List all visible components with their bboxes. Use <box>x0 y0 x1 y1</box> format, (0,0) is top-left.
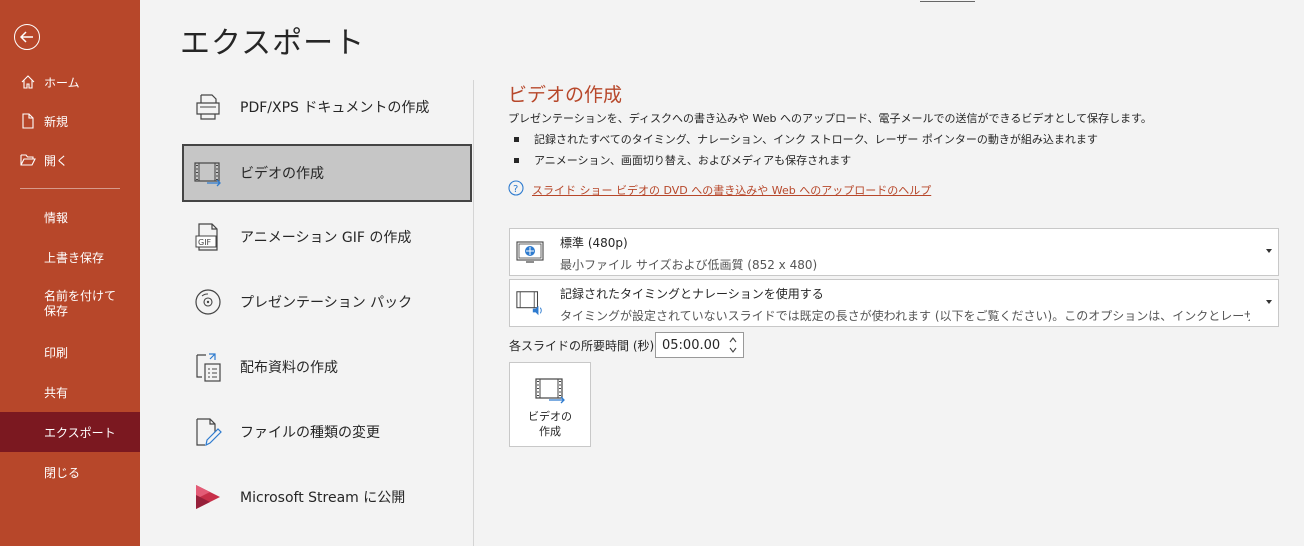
backstage-sidebar: ホーム 新規 開く 情報 上書き保存 名前を付けて保存 印刷 共有 エクスポート… <box>0 0 140 546</box>
nav-print[interactable]: 印刷 <box>0 332 140 372</box>
nav-share[interactable]: 共有 <box>0 372 140 412</box>
create-video-label-line2: 作成 <box>539 425 561 438</box>
video-narration-icon <box>515 289 545 317</box>
timing-dropdown-subtitle: タイミングが設定されていないスライドでは既定の長さが使われます (以下をご覧くだ… <box>560 309 1250 323</box>
export-option-gif-label: アニメーション GIF の作成 <box>240 230 412 246</box>
nav-export[interactable]: エクスポート <box>0 412 140 452</box>
new-document-icon <box>19 112 37 130</box>
gif-icon: GIF <box>190 219 226 255</box>
spin-down-icon[interactable] <box>729 346 737 354</box>
bullet-text: アニメーション、画面切り替え、およびメディアも保存されます <box>534 154 852 167</box>
nav-open[interactable]: 開く <box>0 140 140 180</box>
open-folder-icon <box>19 151 37 169</box>
export-option-change-filetype-label: ファイルの種類の変更 <box>240 425 380 441</box>
nav-new-label: 新規 <box>44 114 69 129</box>
pdf-printer-icon <box>190 89 226 125</box>
help-question-icon: ? <box>508 180 524 199</box>
spin-up-icon[interactable] <box>729 336 737 344</box>
nav-save[interactable]: 上書き保存 <box>0 237 140 277</box>
nav-info-label: 情報 <box>44 210 69 225</box>
export-option-video-label: ビデオの作成 <box>240 166 324 182</box>
nav-new[interactable]: 新規 <box>0 101 140 141</box>
nav-save-label: 上書き保存 <box>44 250 105 265</box>
nav-print-label: 印刷 <box>44 345 69 360</box>
bullet-dot <box>514 136 519 142</box>
bullet-text: 記録されたすべてのタイミング、ナレーション、インク ストローク、レーザー ポイン… <box>534 133 1098 146</box>
nav-home-label: ホーム <box>44 75 80 90</box>
nav-share-label: 共有 <box>44 385 69 400</box>
create-video-label-line1: ビデオの <box>528 410 572 423</box>
cd-disc-icon <box>190 284 226 320</box>
create-video-button-label: ビデオの 作成 <box>528 409 572 439</box>
nav-close-label: 閉じる <box>44 465 81 480</box>
home-icon <box>19 73 37 91</box>
export-option-stream-label: Microsoft Stream に公開 <box>240 490 406 506</box>
help-link-text[interactable]: スライド ショー ビデオの DVD への書き込みや Web へのアップロードのヘ… <box>532 182 931 198</box>
export-option-handouts-label: 配布資料の作成 <box>240 360 338 376</box>
top-edge-mark <box>920 0 980 4</box>
export-option-package-label: プレゼンテーション パック <box>240 295 413 311</box>
create-video-button[interactable]: ビデオの 作成 <box>509 362 591 447</box>
slide-duration-label: 各スライドの所要時間 (秒): <box>509 339 659 353</box>
export-option-change-filetype[interactable]: ファイルの種類の変更 <box>182 403 472 461</box>
slide-duration-value[interactable]: 05:00.00 <box>662 338 720 353</box>
quality-dropdown[interactable]: 標準 (480p) 最小ファイル サイズおよび低画質 (852 x 480) <box>509 228 1279 276</box>
monitor-quality-icon <box>515 238 545 266</box>
svg-text:GIF: GIF <box>198 238 212 247</box>
export-option-handouts[interactable]: 配布資料の作成 <box>182 338 472 396</box>
export-option-video[interactable]: ビデオの作成 <box>182 144 472 202</box>
sidebar-divider <box>20 188 120 189</box>
chevron-down-icon <box>1266 249 1272 253</box>
nav-home[interactable]: ホーム <box>0 62 140 102</box>
detail-bullet: アニメーション、画面切り替え、およびメディアも保存されます <box>514 152 851 168</box>
detail-description: プレゼンテーションを、ディスクへの書き込みや Web へのアップロード、電子メー… <box>508 112 1152 125</box>
back-button[interactable] <box>14 24 40 50</box>
detail-bullet: 記録されたすべてのタイミング、ナレーション、インク ストローク、レーザー ポイン… <box>514 131 1098 147</box>
change-filetype-icon <box>190 414 226 450</box>
timing-dropdown[interactable]: 記録されたタイミングとナレーションを使用する タイミングが設定されていないスライ… <box>509 279 1279 327</box>
nav-close[interactable]: 閉じる <box>0 452 140 492</box>
chevron-down-icon <box>1266 300 1272 304</box>
video-film-icon <box>190 155 226 191</box>
export-option-package[interactable]: プレゼンテーション パック <box>182 273 472 331</box>
export-option-gif[interactable]: GIF アニメーション GIF の作成 <box>182 208 472 266</box>
video-film-icon <box>533 377 567 405</box>
nav-info[interactable]: 情報 <box>0 197 140 237</box>
handout-icon <box>190 349 226 385</box>
quality-dropdown-title: 標準 (480p) <box>560 236 628 250</box>
back-arrow-icon <box>19 28 34 47</box>
svg-text:?: ? <box>513 184 518 195</box>
help-link[interactable]: ? スライド ショー ビデオの DVD への書き込みや Web へのアップロード… <box>508 180 931 199</box>
nav-open-label: 開く <box>44 153 69 168</box>
page-title: エクスポート <box>180 26 366 61</box>
bullet-dot <box>514 157 519 163</box>
detail-title: ビデオの作成 <box>508 84 623 106</box>
nav-export-label: エクスポート <box>44 425 116 440</box>
nav-save-as-label: 名前を付けて保存 <box>44 289 117 318</box>
timing-dropdown-title: 記録されたタイミングとナレーションを使用する <box>560 287 824 301</box>
export-option-stream[interactable]: Microsoft Stream に公開 <box>182 468 472 526</box>
quality-dropdown-subtitle: 最小ファイル サイズおよび低画質 (852 x 480) <box>560 258 818 272</box>
stream-icon <box>190 479 226 515</box>
export-option-pdf-label: PDF/XPS ドキュメントの作成 <box>240 100 430 116</box>
export-option-pdf[interactable]: PDF/XPS ドキュメントの作成 <box>182 78 472 136</box>
slide-duration-spinner[interactable]: 05:00.00 <box>655 332 744 358</box>
nav-save-as[interactable]: 名前を付けて保存 <box>0 285 140 325</box>
options-divider <box>473 80 474 546</box>
